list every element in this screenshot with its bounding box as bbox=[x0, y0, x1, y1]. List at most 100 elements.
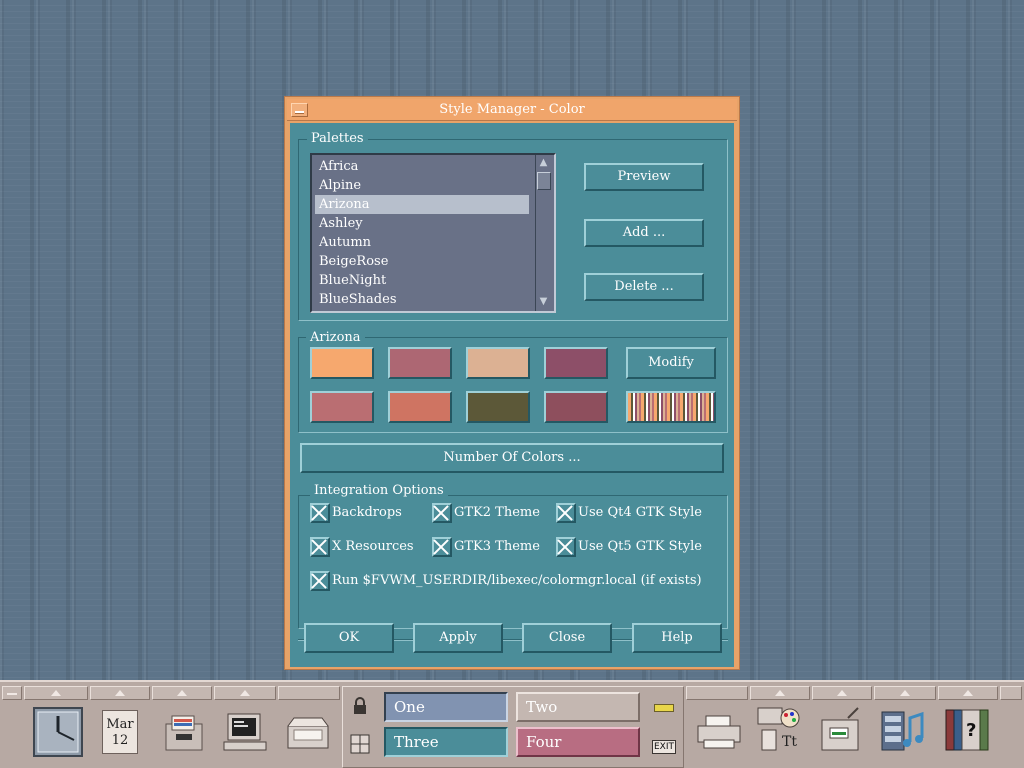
modify-button[interactable]: Modify bbox=[626, 347, 716, 379]
palette-scrollbar[interactable]: ▲ ▼ bbox=[535, 155, 552, 311]
color-swatch-6[interactable] bbox=[388, 391, 452, 423]
help-button[interactable]: Help bbox=[632, 623, 722, 653]
lock-icon[interactable] bbox=[352, 696, 368, 716]
workspace-four-label: Four bbox=[526, 733, 562, 751]
palette-item[interactable]: Autumn bbox=[315, 233, 529, 252]
x-resources-checkbox[interactable] bbox=[310, 537, 330, 557]
x-resources-label: X Resources bbox=[332, 539, 414, 554]
window-client-area: Palettes Africa Alpine Arizona Ashley Au… bbox=[290, 123, 734, 667]
subpanel-toggle-apps[interactable] bbox=[812, 686, 872, 700]
subpanel-toggle-files[interactable] bbox=[152, 686, 212, 700]
palette-item[interactable]: BeigeRose bbox=[315, 252, 529, 271]
subpanel-toggle-mail[interactable] bbox=[278, 686, 340, 700]
add-button-label: Add ... bbox=[622, 225, 666, 240]
qt4-gtk-style-label: Use Qt4 GTK Style bbox=[578, 505, 702, 520]
subpanel-toggle-calendar[interactable] bbox=[90, 686, 150, 700]
color-swatch-8[interactable] bbox=[544, 391, 608, 423]
color-swatch-3[interactable] bbox=[466, 347, 530, 379]
workspace-one-label: One bbox=[394, 698, 425, 716]
palette-list[interactable]: Africa Alpine Arizona Ashley Autumn Beig… bbox=[310, 153, 556, 313]
subpanel-toggle-clock[interactable] bbox=[24, 686, 88, 700]
window-title: Style Manager - Color bbox=[439, 102, 585, 117]
add-palette-button[interactable]: Add ... bbox=[584, 219, 704, 247]
file-manager-icon[interactable] bbox=[162, 710, 206, 754]
color-swatch-7[interactable] bbox=[466, 391, 530, 423]
help-button-label: Help bbox=[661, 630, 693, 645]
clock-icon[interactable] bbox=[32, 706, 84, 758]
close-button[interactable]: Close bbox=[522, 623, 612, 653]
workspace-two-button[interactable]: Two bbox=[516, 692, 640, 722]
scroll-up-arrow-icon[interactable]: ▲ bbox=[537, 156, 550, 169]
color-swatch-4[interactable] bbox=[544, 347, 608, 379]
calendar-day: 12 bbox=[111, 733, 129, 748]
gtk3-theme-checkbox[interactable] bbox=[432, 537, 452, 557]
palette-item[interactable]: BlueShades bbox=[315, 290, 529, 309]
subpanel-toggle-media[interactable] bbox=[874, 686, 936, 700]
help-icon[interactable]: ? bbox=[944, 706, 990, 754]
modify-button-label: Modify bbox=[648, 355, 694, 370]
printer-icon[interactable] bbox=[696, 712, 742, 752]
panel-menu-handle[interactable] bbox=[2, 686, 22, 700]
preview-button[interactable]: Preview bbox=[584, 163, 704, 191]
exit-button[interactable]: EXIT bbox=[652, 740, 676, 754]
qt5-gtk-style-checkbox[interactable] bbox=[556, 537, 576, 557]
palette-item[interactable]: BlueNight bbox=[315, 271, 529, 290]
gtk2-theme-checkbox[interactable] bbox=[432, 503, 452, 523]
ok-button[interactable]: OK bbox=[304, 623, 394, 653]
ok-button-label: OK bbox=[338, 630, 360, 645]
svg-text:Tt: Tt bbox=[782, 734, 797, 750]
workspace-four-button[interactable]: Four bbox=[516, 727, 640, 757]
subpanel-toggle-printer[interactable] bbox=[686, 686, 748, 700]
subpanel-toggle-style[interactable] bbox=[750, 686, 810, 700]
gtk2-theme-label: GTK2 Theme bbox=[454, 505, 540, 520]
terminal-icon[interactable] bbox=[222, 710, 268, 754]
window-titlebar[interactable]: Style Manager - Color bbox=[287, 99, 737, 121]
apply-button-label: Apply bbox=[439, 630, 477, 645]
panel-minimize-handle[interactable] bbox=[1000, 686, 1022, 700]
color-swatch-5[interactable] bbox=[310, 391, 374, 423]
color-swatch-1[interactable] bbox=[310, 347, 374, 379]
front-panel: Mar 12 One Two Three Four EXIT Tt ? bbox=[0, 680, 1024, 768]
mail-icon[interactable] bbox=[284, 712, 332, 754]
palette-item[interactable]: Ashley bbox=[315, 214, 529, 233]
run-colormgr-checkbox[interactable] bbox=[310, 571, 330, 591]
backdrops-label: Backdrops bbox=[332, 505, 402, 520]
style-manager-window: Style Manager - Color Palettes Africa Al… bbox=[284, 96, 740, 670]
media-icon[interactable] bbox=[880, 706, 926, 754]
delete-button-label: Delete ... bbox=[614, 279, 674, 294]
qt5-gtk-style-label: Use Qt5 GTK Style bbox=[578, 539, 702, 554]
window-menu-icon[interactable] bbox=[291, 103, 308, 117]
workspace-one-button[interactable]: One bbox=[384, 692, 508, 722]
all-colors-strip[interactable] bbox=[626, 391, 716, 423]
color-swatch-2[interactable] bbox=[388, 347, 452, 379]
scroll-thumb[interactable] bbox=[537, 172, 551, 190]
run-colormgr-label: Run $FVWM_USERDIR/libexec/colormgr.local… bbox=[332, 573, 702, 588]
subpanel-toggle-help[interactable] bbox=[938, 686, 998, 700]
subpanel-toggle-terminal[interactable] bbox=[214, 686, 276, 700]
backdrops-checkbox[interactable] bbox=[310, 503, 330, 523]
palette-item[interactable]: Africa bbox=[315, 157, 529, 176]
integration-options-label: Integration Options bbox=[310, 483, 448, 499]
palette-item-selected[interactable]: Arizona bbox=[315, 195, 529, 214]
gtk3-theme-label: GTK3 Theme bbox=[454, 539, 540, 554]
app-manager-icon[interactable] bbox=[818, 706, 864, 754]
scroll-down-arrow-icon[interactable]: ▼ bbox=[537, 295, 550, 308]
calendar-month: Mar bbox=[106, 717, 134, 732]
calendar-icon[interactable]: Mar 12 bbox=[102, 710, 138, 754]
workspace-three-label: Three bbox=[394, 733, 439, 751]
workspace-two-label: Two bbox=[526, 698, 558, 716]
close-button-label: Close bbox=[548, 630, 586, 645]
palette-item[interactable]: Alpine bbox=[315, 176, 529, 195]
workspace-grid-icon[interactable] bbox=[350, 734, 370, 754]
apply-button[interactable]: Apply bbox=[413, 623, 503, 653]
number-of-colors-label: Number Of Colors ... bbox=[443, 450, 581, 465]
busy-light-icon bbox=[654, 704, 674, 712]
current-palette-label: Arizona bbox=[306, 330, 365, 346]
workspace-three-button[interactable]: Three bbox=[384, 727, 508, 757]
number-of-colors-button[interactable]: Number Of Colors ... bbox=[300, 443, 724, 473]
preview-button-label: Preview bbox=[617, 169, 671, 184]
delete-palette-button[interactable]: Delete ... bbox=[584, 273, 704, 301]
qt4-gtk-style-checkbox[interactable] bbox=[556, 503, 576, 523]
style-manager-icon[interactable]: Tt bbox=[756, 704, 802, 754]
palettes-group-label: Palettes bbox=[307, 131, 368, 147]
